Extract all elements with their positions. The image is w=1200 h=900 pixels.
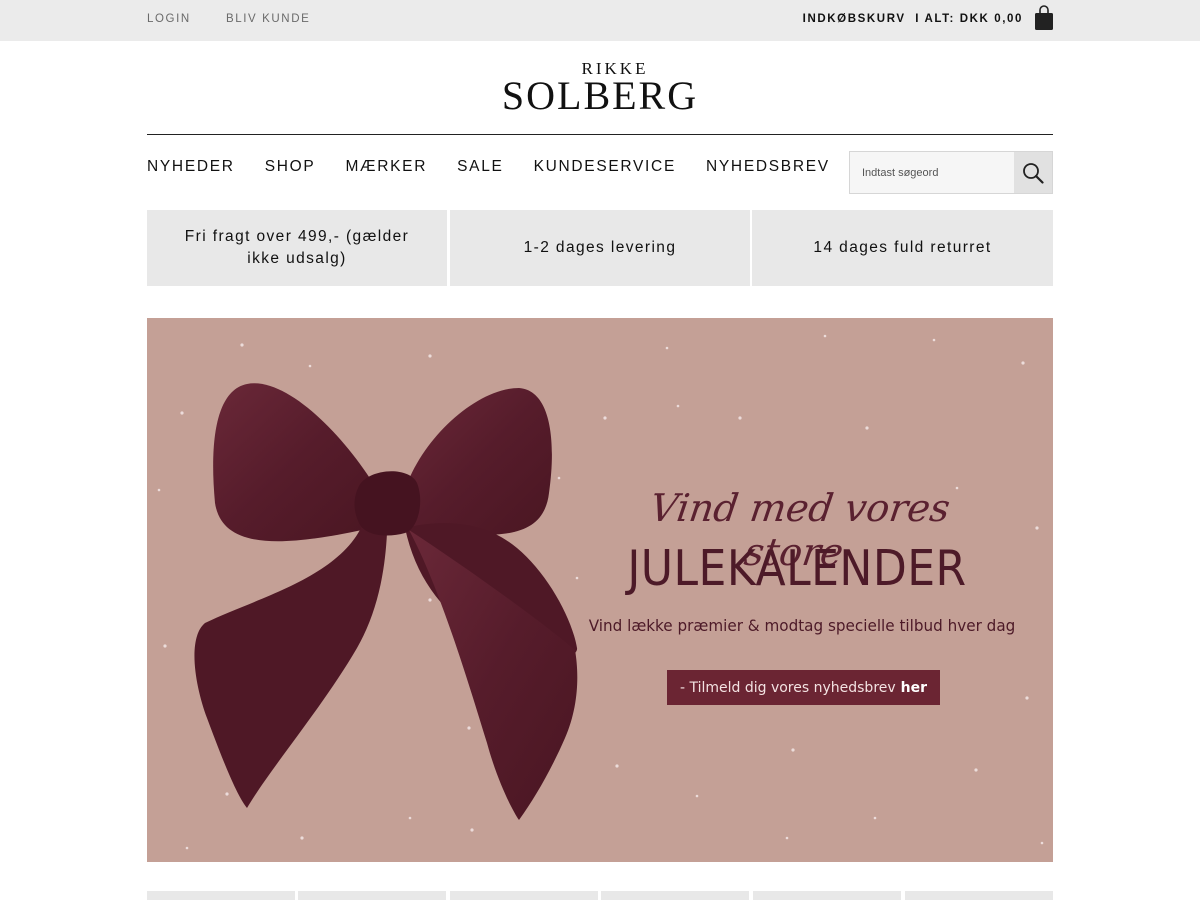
nav-item-shop[interactable]: SHOP (265, 158, 316, 178)
usp-delivery: 1-2 dages levering (450, 210, 750, 286)
cart-total: I ALT: DKK 0,00 (915, 13, 1023, 25)
cta-bold: her (900, 679, 928, 696)
banner-subline: Vind lække præmier & modtag specielle ti… (588, 616, 1016, 635)
newsletter-signup-button[interactable]: - Tilmeld dig vores nyhedsbrev her (667, 670, 940, 705)
search-icon (1023, 162, 1044, 184)
cart-summary[interactable]: INDKØBSKURV I ALT: DKK 0,00 (803, 13, 1023, 25)
register-link[interactable]: BLIV KUNDE (226, 13, 310, 25)
banner-headline: JULEKALENDER (627, 540, 967, 597)
category-tile[interactable] (147, 891, 295, 900)
shopping-bag-icon[interactable] (1034, 5, 1054, 31)
category-tile[interactable] (753, 891, 901, 900)
main-nav: NYHEDER SHOP MÆRKER SALE KUNDESERVICE NY… (147, 158, 860, 178)
nav-item-nyheder[interactable]: NYHEDER (147, 158, 235, 178)
usp-free-shipping: Fri fragt over 499,- (gælder ikke udsalg… (147, 210, 447, 286)
logo-line-2: SOLBERG (501, 73, 699, 118)
login-link[interactable]: LOGIN (147, 13, 191, 25)
search-button[interactable] (1014, 152, 1052, 193)
site-logo[interactable]: RIKKE SOLBERG (500, 60, 700, 116)
category-tile[interactable] (601, 891, 749, 900)
category-tile[interactable] (450, 891, 598, 900)
usp-returns: 14 dages fuld returret (752, 210, 1053, 286)
cta-prefix: - Tilmeld dig vores nyhedsbrev (679, 679, 896, 696)
nav-item-maerker[interactable]: MÆRKER (345, 158, 427, 178)
nav-item-kundeservice[interactable]: KUNDESERVICE (534, 158, 676, 178)
search-box (849, 151, 1053, 194)
nav-item-sale[interactable]: SALE (457, 158, 503, 178)
header-divider (147, 134, 1053, 135)
category-tile[interactable] (298, 891, 446, 900)
nav-item-nyhedsbrev[interactable]: NYHEDSBREV (706, 158, 830, 178)
search-input[interactable] (850, 152, 1015, 193)
julekalender-banner[interactable]: Vind med vores store JULEKALENDER Vind l… (147, 318, 1053, 862)
category-tile[interactable] (905, 891, 1053, 900)
top-bar: LOGIN BLIV KUNDE INDKØBSKURV I ALT: DKK … (0, 0, 1200, 41)
cart-label: INDKØBSKURV (802, 13, 906, 25)
